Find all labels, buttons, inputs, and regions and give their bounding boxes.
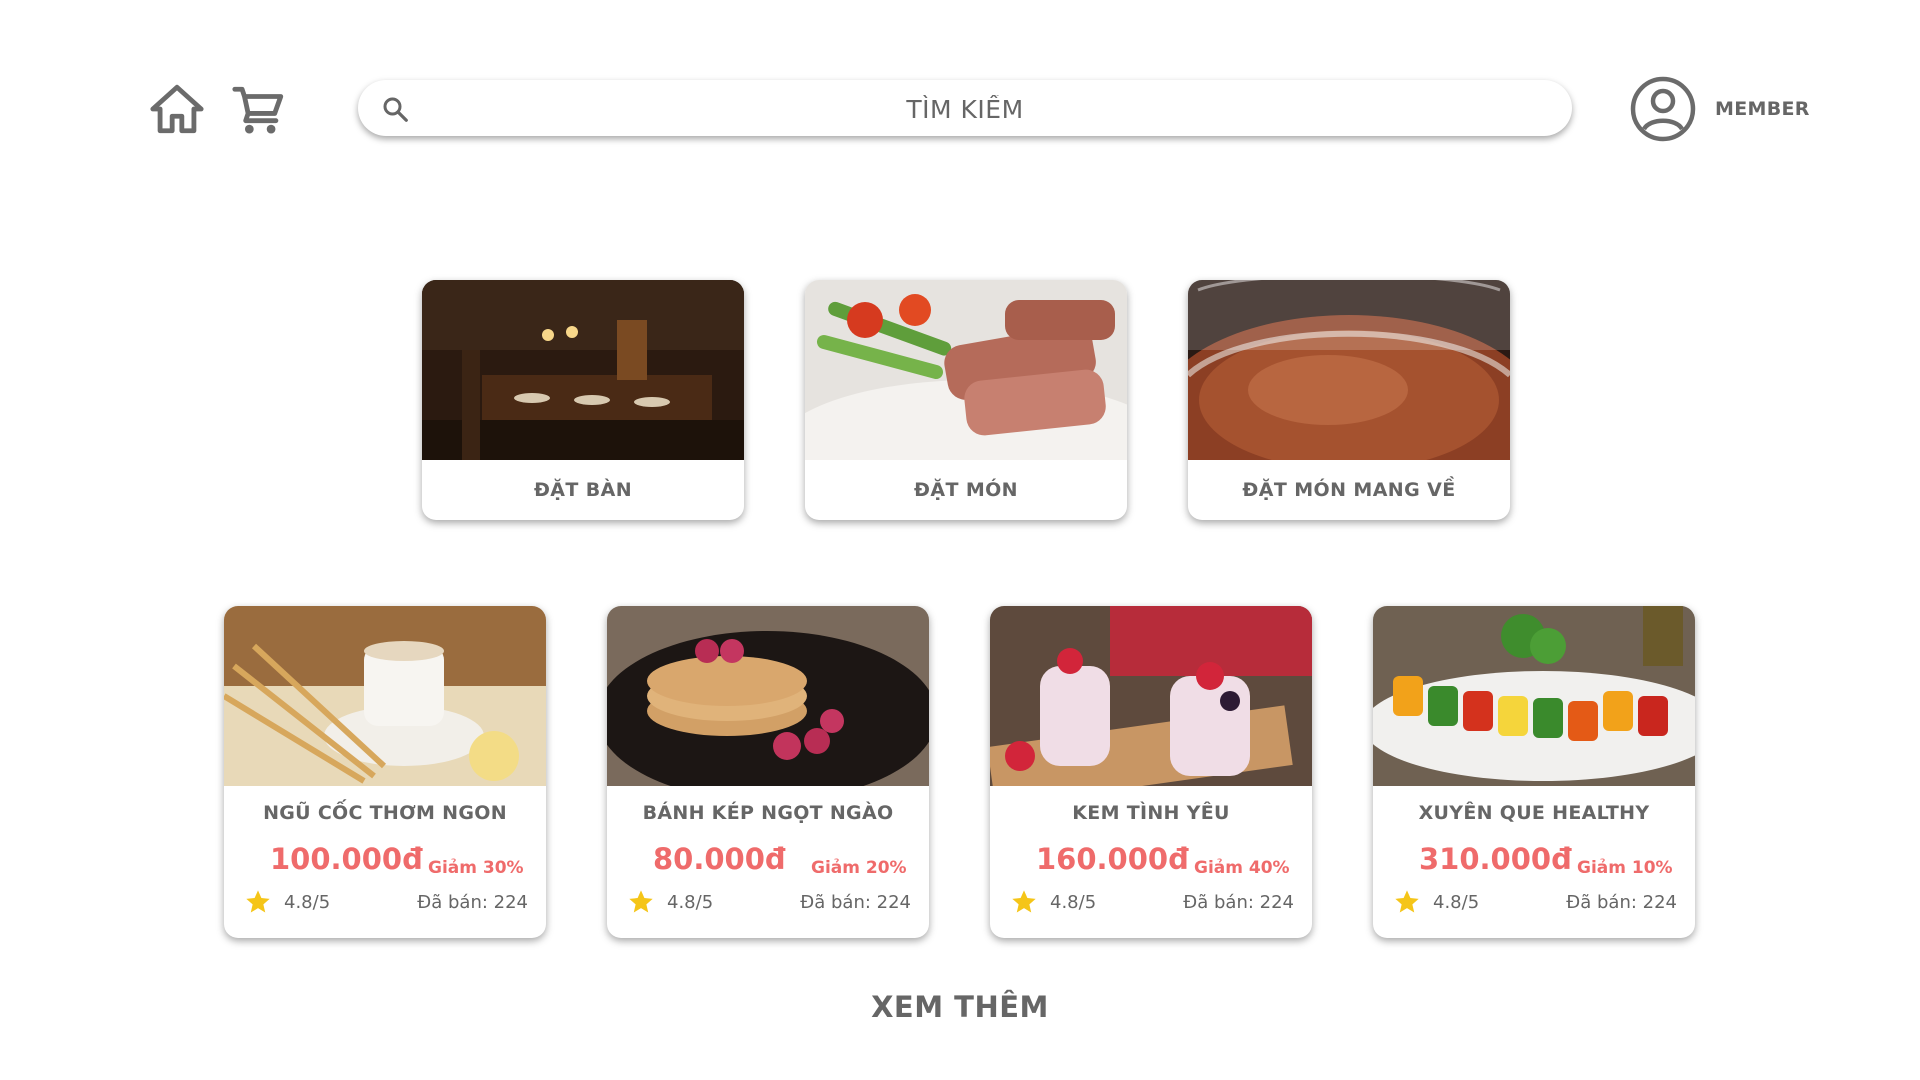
cereal-image [224,606,546,786]
product-price: 100.000đ [270,842,423,876]
home-button[interactable] [148,80,206,138]
user-avatar-icon[interactable] [1630,76,1696,142]
service-card-dat-mon-mang-ve[interactable]: ĐẶT MÓN MANG VỀ [1188,280,1510,520]
product-name: KEM TÌNH YÊU [1072,802,1230,824]
product-name: XUYÊN QUE HEALTHY [1418,802,1650,824]
product-sold-count: Đã bán: 224 [1183,892,1294,913]
service-label: ĐẶT BÀN [533,479,633,501]
product-price: 160.000đ [1036,842,1189,876]
product-discount: Giảm 10% [1577,858,1673,878]
product-price: 80.000đ [653,842,786,876]
service-label: ĐẶT MÓN [914,479,1018,501]
product-name: BÁNH KÉP NGỌT NGÀO [642,802,894,824]
roast-chicken-image [1188,280,1510,460]
product-sold-count: Đã bán: 224 [800,892,911,913]
home-icon [150,84,204,134]
product-price: 310.000đ [1419,842,1572,876]
search-icon[interactable] [380,94,410,124]
star-icon [1012,890,1036,913]
product-card[interactable]: BÁNH KÉP NGỌT NGÀO 80.000đ Giảm 20% 4.8/… [607,606,929,938]
dining-table-image [422,280,744,460]
member-label[interactable]: MEMBER [1715,98,1810,120]
product-discount: Giảm 40% [1194,858,1290,878]
service-card-dat-ban[interactable]: ĐẶT BÀN [422,280,744,520]
product-rating: 4.8/5 [667,892,714,913]
product-rating: 4.8/5 [1050,892,1097,913]
product-sold-count: Đã bán: 224 [1566,892,1677,913]
product-discount: Giảm 30% [428,858,524,878]
see-more-link[interactable]: XEM THÊM [0,990,1920,1024]
search-bar[interactable] [358,80,1572,138]
ice-cream-image [990,606,1312,786]
product-card[interactable]: KEM TÌNH YÊU 160.000đ Giảm 40% 4.8/5 Đã … [990,606,1312,938]
product-discount: Giảm 20% [811,858,907,878]
product-name: NGŨ CỐC THƠM NGON [263,802,507,824]
pancake-image [607,606,929,786]
star-icon [246,890,270,913]
service-label: ĐẶT MÓN MANG VỀ [1242,479,1456,501]
search-input[interactable] [418,80,1512,138]
cart-button[interactable] [230,82,288,140]
page: MEMBER ĐẶT BÀN ĐẶT [0,0,1920,1080]
product-rating: 4.8/5 [1433,892,1480,913]
product-sold-count: Đã bán: 224 [417,892,528,913]
vegetable-skewers-image [1373,606,1695,786]
star-icon [629,890,653,913]
product-rating: 4.8/5 [284,892,331,913]
cart-icon [232,86,284,134]
star-icon [1395,890,1419,913]
product-card[interactable]: XUYÊN QUE HEALTHY 310.000đ Giảm 10% 4.8/… [1373,606,1695,938]
service-card-dat-mon[interactable]: ĐẶT MÓN [805,280,1127,520]
steak-image [805,280,1127,460]
product-card[interactable]: NGŨ CỐC THƠM NGON 100.000đ Giảm 30% 4.8/… [224,606,546,938]
